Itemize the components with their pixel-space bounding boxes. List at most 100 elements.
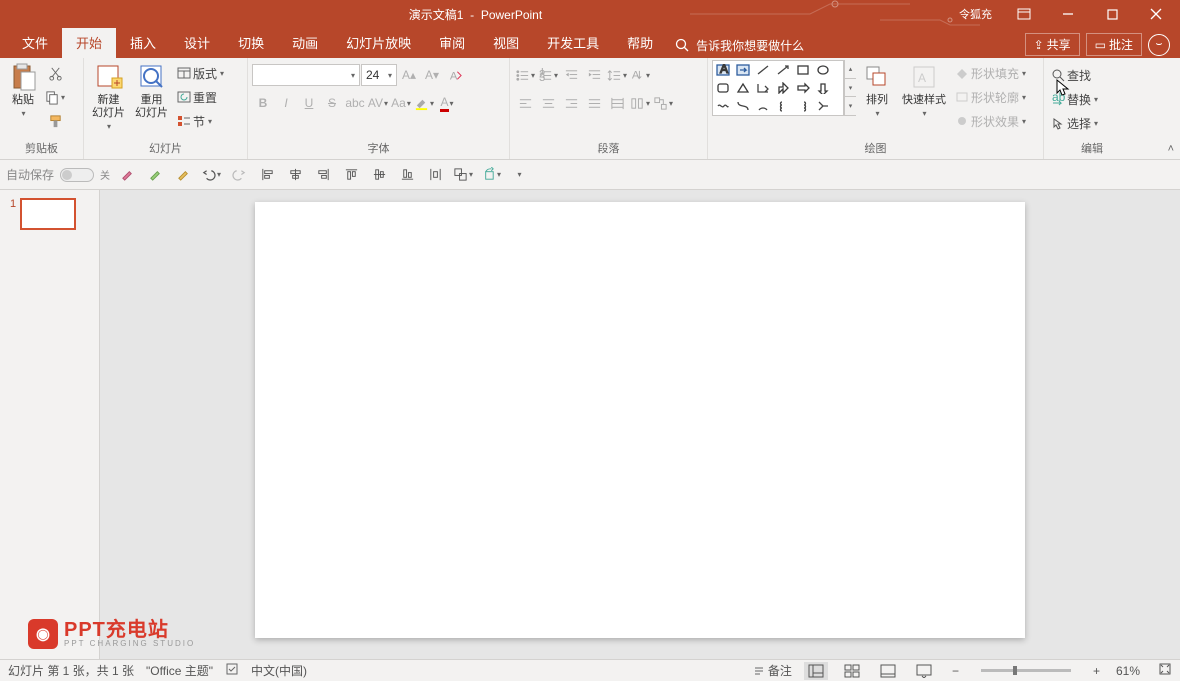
reading-view-button[interactable] (876, 662, 900, 680)
distribute-button[interactable] (606, 92, 628, 114)
align-middle-qat-icon[interactable] (368, 164, 390, 186)
redo-button[interactable] (228, 164, 250, 186)
zoom-slider[interactable] (981, 669, 1071, 672)
increase-font-icon[interactable]: A▴ (398, 64, 420, 86)
feedback-smiley-icon[interactable]: ⌣ (1148, 34, 1170, 56)
decrease-indent-button[interactable] (560, 64, 582, 86)
reuse-slides-button[interactable]: 重用 幻灯片 (131, 60, 172, 122)
highlight-button[interactable]: ▾ (413, 92, 435, 114)
tell-me-search[interactable]: 告诉我你想要做什么 (675, 37, 804, 58)
shape-effects-button[interactable]: 形状效果▾ (952, 110, 1029, 132)
slideshow-view-button[interactable] (912, 662, 936, 680)
tab-animations[interactable]: 动画 (278, 27, 332, 58)
columns-button[interactable]: ▾ (629, 92, 651, 114)
align-left-button[interactable] (514, 92, 536, 114)
align-center-button[interactable] (537, 92, 559, 114)
select-button[interactable]: 选择▾ (1048, 112, 1101, 134)
increase-indent-button[interactable] (583, 64, 605, 86)
sorter-view-button[interactable] (840, 662, 864, 680)
line-spacing-button[interactable]: ▾ (606, 64, 628, 86)
copy-button[interactable]: ▾ (44, 86, 66, 108)
notes-button[interactable]: 备注 (753, 662, 792, 679)
ribbon-mode-icon[interactable] (1004, 0, 1044, 28)
share-button[interactable]: ⇪共享 (1025, 33, 1080, 56)
tab-developer[interactable]: 开发工具 (533, 27, 613, 58)
highlighter2-icon[interactable] (144, 164, 166, 186)
strikethrough-button[interactable]: S (321, 92, 343, 114)
distribute-h-qat-icon[interactable] (424, 164, 446, 186)
tab-home[interactable]: 开始 (62, 27, 116, 58)
normal-view-button[interactable] (804, 662, 828, 680)
align-center-h-qat-icon[interactable] (284, 164, 306, 186)
align-right-qat-icon[interactable] (312, 164, 334, 186)
highlighter1-icon[interactable] (116, 164, 138, 186)
justify-button[interactable] (583, 92, 605, 114)
arrange-button[interactable]: 排列▾ (858, 60, 896, 120)
shape-fill-button[interactable]: 形状填充▾ (952, 62, 1029, 84)
tab-view[interactable]: 视图 (479, 27, 533, 58)
layout-button[interactable]: 版式▾ (174, 62, 227, 84)
zoom-in-button[interactable]: + (1089, 664, 1104, 678)
shadow-button[interactable]: abc (344, 92, 366, 114)
numbering-button[interactable]: 123▾ (537, 64, 559, 86)
thumbnail-preview[interactable] (20, 198, 76, 230)
slide[interactable] (255, 202, 1025, 638)
align-top-qat-icon[interactable] (340, 164, 362, 186)
paste-button[interactable]: 粘贴 ▾ (4, 60, 42, 120)
clear-formatting-icon[interactable]: A (444, 64, 466, 86)
underline-button[interactable]: U (298, 92, 320, 114)
decrease-font-icon[interactable]: A▾ (421, 64, 443, 86)
shape-outline-button[interactable]: 形状轮廓▾ (952, 86, 1029, 108)
autosave-toggle[interactable] (60, 168, 94, 182)
tab-help[interactable]: 帮助 (613, 27, 667, 58)
slide-canvas-area[interactable] (100, 190, 1180, 659)
shapes-gallery[interactable]: A (712, 60, 844, 116)
close-button[interactable] (1136, 0, 1176, 28)
font-size-combo[interactable]: 24▾ (361, 64, 397, 86)
quick-styles-button[interactable]: A 快速样式▾ (898, 60, 950, 120)
align-right-button[interactable] (560, 92, 582, 114)
tab-transitions[interactable]: 切换 (224, 27, 278, 58)
new-slide-button[interactable]: 新建 幻灯片▾ (88, 60, 129, 133)
comments-button[interactable]: ▭批注 (1086, 33, 1142, 56)
replace-button[interactable]: ab替换▾ (1048, 88, 1101, 110)
spellcheck-icon[interactable] (225, 662, 239, 679)
fit-to-window-button[interactable] (1158, 662, 1172, 679)
align-bottom-qat-icon[interactable] (396, 164, 418, 186)
highlighter3-icon[interactable] (172, 164, 194, 186)
group-label-editing: 编辑 (1048, 138, 1136, 159)
smartart-button[interactable]: ▾ (652, 92, 674, 114)
tab-design[interactable]: 设计 (170, 27, 224, 58)
shapes-gallery-scroll[interactable]: ▴▾▾ (844, 60, 856, 116)
rotate-qat-icon[interactable]: ▾ (480, 164, 502, 186)
bullets-button[interactable]: ▾ (514, 64, 536, 86)
group-qat-icon[interactable]: ▾ (452, 164, 474, 186)
format-painter-button[interactable] (44, 110, 66, 132)
change-case-button[interactable]: Aa▾ (390, 92, 412, 114)
minimize-button[interactable] (1048, 0, 1088, 28)
reset-button[interactable]: 重置 (174, 86, 227, 108)
zoom-out-button[interactable]: − (948, 664, 963, 678)
italic-button[interactable]: I (275, 92, 297, 114)
thumbnail-1[interactable]: 1 (10, 198, 89, 230)
zoom-level[interactable]: 61% (1116, 664, 1140, 678)
cut-button[interactable] (44, 62, 66, 84)
text-direction-button[interactable]: A▾ (629, 64, 651, 86)
bold-button[interactable]: B (252, 92, 274, 114)
section-button[interactable]: 节▾ (174, 110, 227, 132)
find-button[interactable]: 查找 (1048, 64, 1101, 86)
tab-review[interactable]: 审阅 (425, 27, 479, 58)
collapse-ribbon-icon[interactable]: ˄ (1168, 143, 1174, 155)
tab-slideshow[interactable]: 幻灯片放映 (332, 27, 425, 58)
status-language[interactable]: 中文(中国) (251, 662, 307, 679)
font-name-combo[interactable]: ▾ (252, 64, 360, 86)
slide-thumbnails-pane[interactable]: 1 (0, 190, 100, 659)
tab-insert[interactable]: 插入 (116, 27, 170, 58)
maximize-button[interactable] (1092, 0, 1132, 28)
undo-button[interactable]: ▾ (200, 164, 222, 186)
font-color-button[interactable]: A▾ (436, 92, 458, 114)
tab-file[interactable]: 文件 (8, 27, 62, 58)
align-left-qat-icon[interactable] (256, 164, 278, 186)
qat-more-icon[interactable]: ▾ (508, 164, 530, 186)
char-spacing-button[interactable]: AV▾ (367, 92, 389, 114)
